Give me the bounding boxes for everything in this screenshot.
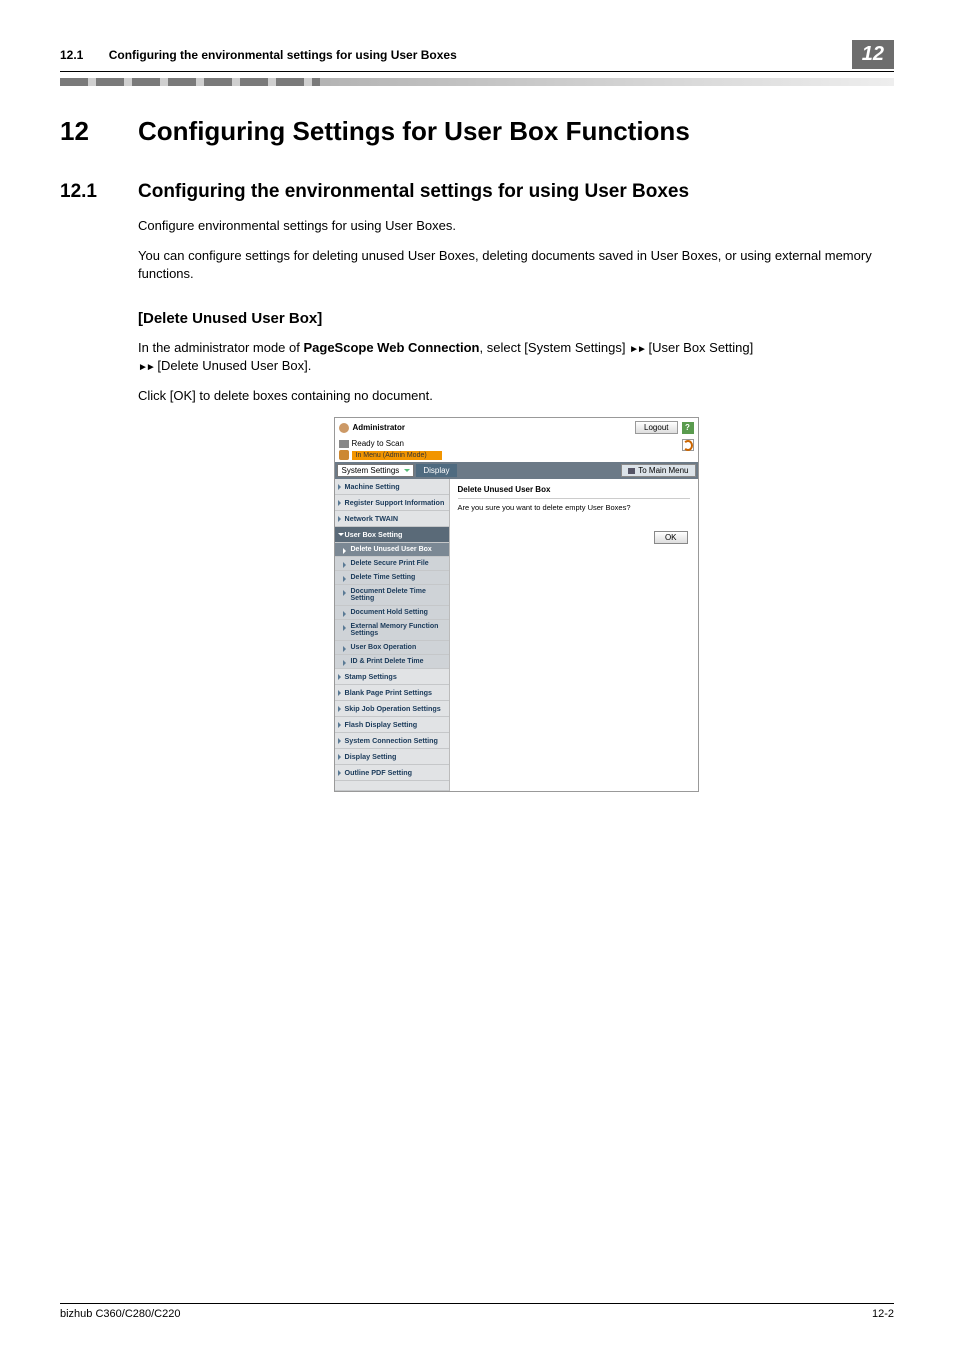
divider <box>458 498 690 499</box>
menu-icon <box>628 468 635 474</box>
sidebar-spacer <box>335 781 449 791</box>
sidebar-item-expanded[interactable]: User Box Setting <box>335 527 449 543</box>
sidebar-subitem[interactable]: Delete Time Setting <box>335 571 449 585</box>
to-main-menu-button[interactable]: To Main Menu <box>621 464 695 477</box>
section-title: Configuring the environmental settings f… <box>138 181 689 202</box>
footer-page: 12-2 <box>872 1308 894 1320</box>
sidebar-item[interactable]: Register Support Information <box>335 495 449 511</box>
shot-content: Delete Unused User Box Are you sure you … <box>450 479 698 791</box>
header-title: 12.1 Configuring the environmental setti… <box>60 48 457 62</box>
header-section-title: Configuring the environmental settings f… <box>109 48 457 62</box>
mode-indicator: In Menu (Admin Mode) <box>352 451 442 460</box>
admin-label: Administrator <box>353 423 405 432</box>
sidebar-item[interactable]: Display Setting <box>335 749 449 765</box>
sidebar-item[interactable]: Stamp Settings <box>335 669 449 685</box>
sidebar-subitem[interactable]: ID & Print Delete Time <box>335 655 449 669</box>
section-heading: 12.1Configuring the environmental settin… <box>60 181 894 203</box>
sidebar-subitem[interactable]: Delete Secure Print File <box>335 557 449 571</box>
printer-icon <box>339 440 349 448</box>
logout-button[interactable]: Logout <box>635 421 677 434</box>
display-button[interactable]: Display <box>416 464 456 477</box>
sidebar-item[interactable]: Network TWAIN <box>335 511 449 527</box>
ok-button[interactable]: OK <box>654 531 688 544</box>
sidebar-subitem-active[interactable]: Delete Unused User Box <box>335 543 449 557</box>
sidebar-subitem[interactable]: Document Delete Time Setting <box>335 585 449 606</box>
decorative-hatch <box>60 78 894 86</box>
footer-model: bizhub C360/C280/C220 <box>60 1308 180 1320</box>
shot-status-row: Ready to Scan In Menu (Admin Mode) <box>335 437 698 462</box>
sidebar-item[interactable]: Blank Page Print Settings <box>335 685 449 701</box>
refresh-button[interactable] <box>682 439 694 451</box>
sidebar-item[interactable]: Skip Job Operation Settings <box>335 701 449 717</box>
content-title: Delete Unused User Box <box>458 485 690 494</box>
paragraph-4: Click [OK] to delete boxes containing no… <box>138 387 894 405</box>
sidebar-subitem[interactable]: User Box Operation <box>335 641 449 655</box>
chapter-title: Configuring Settings for User Box Functi… <box>138 116 690 146</box>
help-button[interactable]: ? <box>682 422 694 434</box>
sidebar-item[interactable]: Flash Display Setting <box>335 717 449 733</box>
sidebar-item[interactable]: Machine Setting <box>335 479 449 495</box>
arrow-icon: ►► <box>138 362 154 373</box>
to-main-label: To Main Menu <box>638 466 688 475</box>
page-footer: bizhub C360/C280/C220 12-2 <box>60 1303 894 1320</box>
content-text: Are you sure you want to delete empty Us… <box>458 503 690 512</box>
sidebar-item[interactable]: Outline PDF Setting <box>335 765 449 781</box>
screenshot: Administrator Logout ? Ready to Scan <box>334 417 699 792</box>
paragraph-2: You can configure settings for deleting … <box>138 247 894 283</box>
admin-indicator: Administrator <box>339 423 405 433</box>
chapter-heading: 12Configuring Settings for User Box Func… <box>60 116 894 147</box>
page-header: 12.1 Configuring the environmental setti… <box>60 40 894 72</box>
status-ready: Ready to Scan <box>352 439 404 448</box>
sidebar-subitem[interactable]: External Memory Function Settings <box>335 620 449 641</box>
shot-sidebar: Machine Setting Register Support Informa… <box>335 479 450 791</box>
header-section-num: 12.1 <box>60 48 83 62</box>
chapter-badge: 12 <box>852 40 894 69</box>
section-number: 12.1 <box>60 181 138 203</box>
sidebar-subitem[interactable]: Document Hold Setting <box>335 606 449 620</box>
warning-icon <box>339 450 349 460</box>
paragraph-1: Configure environmental settings for usi… <box>138 217 894 235</box>
user-icon <box>339 423 349 433</box>
paragraph-3: In the administrator mode of PageScope W… <box>138 339 894 375</box>
arrow-icon: ►► <box>629 344 645 355</box>
subheading: [Delete Unused User Box] <box>138 310 894 327</box>
shot-toolbar: System Settings Display To Main Menu <box>335 462 698 479</box>
sidebar-item[interactable]: System Connection Setting <box>335 733 449 749</box>
shot-topbar: Administrator Logout ? <box>335 418 698 437</box>
chapter-number: 12 <box>60 116 138 147</box>
category-dropdown[interactable]: System Settings <box>337 464 415 477</box>
